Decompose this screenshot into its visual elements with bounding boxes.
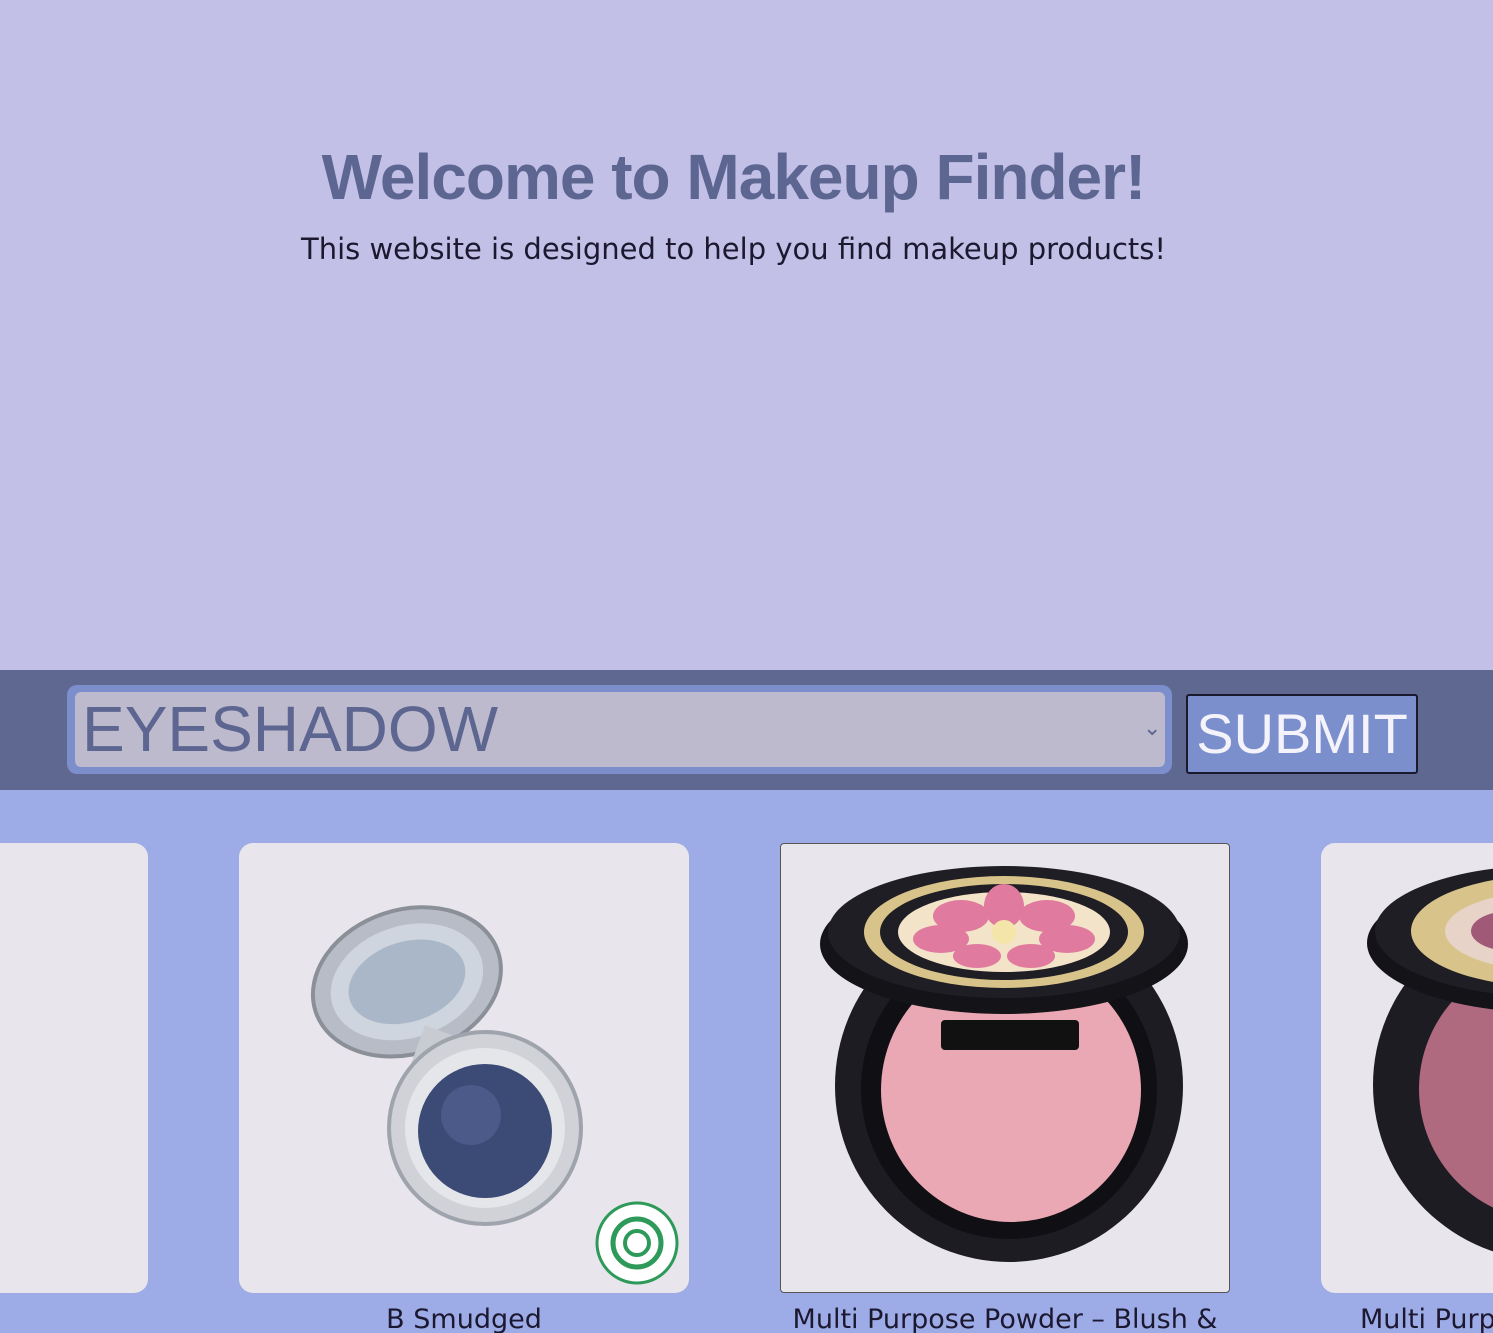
hero-section bbox=[0, 0, 1493, 670]
product-name[interactable]: Multi Purpose Powder – Blush & bbox=[775, 1304, 1235, 1333]
category-select-value: EYESHADOW bbox=[82, 693, 499, 765]
product-name[interactable]: Multi Purpo bbox=[1316, 1304, 1493, 1333]
product-image bbox=[310, 905, 679, 1285]
product-name[interactable]: B Smudged bbox=[234, 1304, 694, 1333]
chevron-down-icon[interactable]: ⌄ bbox=[1143, 716, 1161, 741]
product-image bbox=[820, 866, 1188, 1262]
product-card[interactable] bbox=[239, 843, 689, 1293]
product-card[interactable] bbox=[780, 843, 1230, 1293]
product-image bbox=[1367, 868, 1493, 1252]
page-title: Welcome to Makeup Finder! bbox=[321, 141, 1147, 213]
product-card[interactable] bbox=[0, 843, 148, 1293]
page-subtitle: This website is designed to help you fin… bbox=[300, 232, 1166, 266]
product-card[interactable] bbox=[1321, 843, 1493, 1293]
submit-button[interactable]: SUBMIT bbox=[1186, 694, 1418, 774]
